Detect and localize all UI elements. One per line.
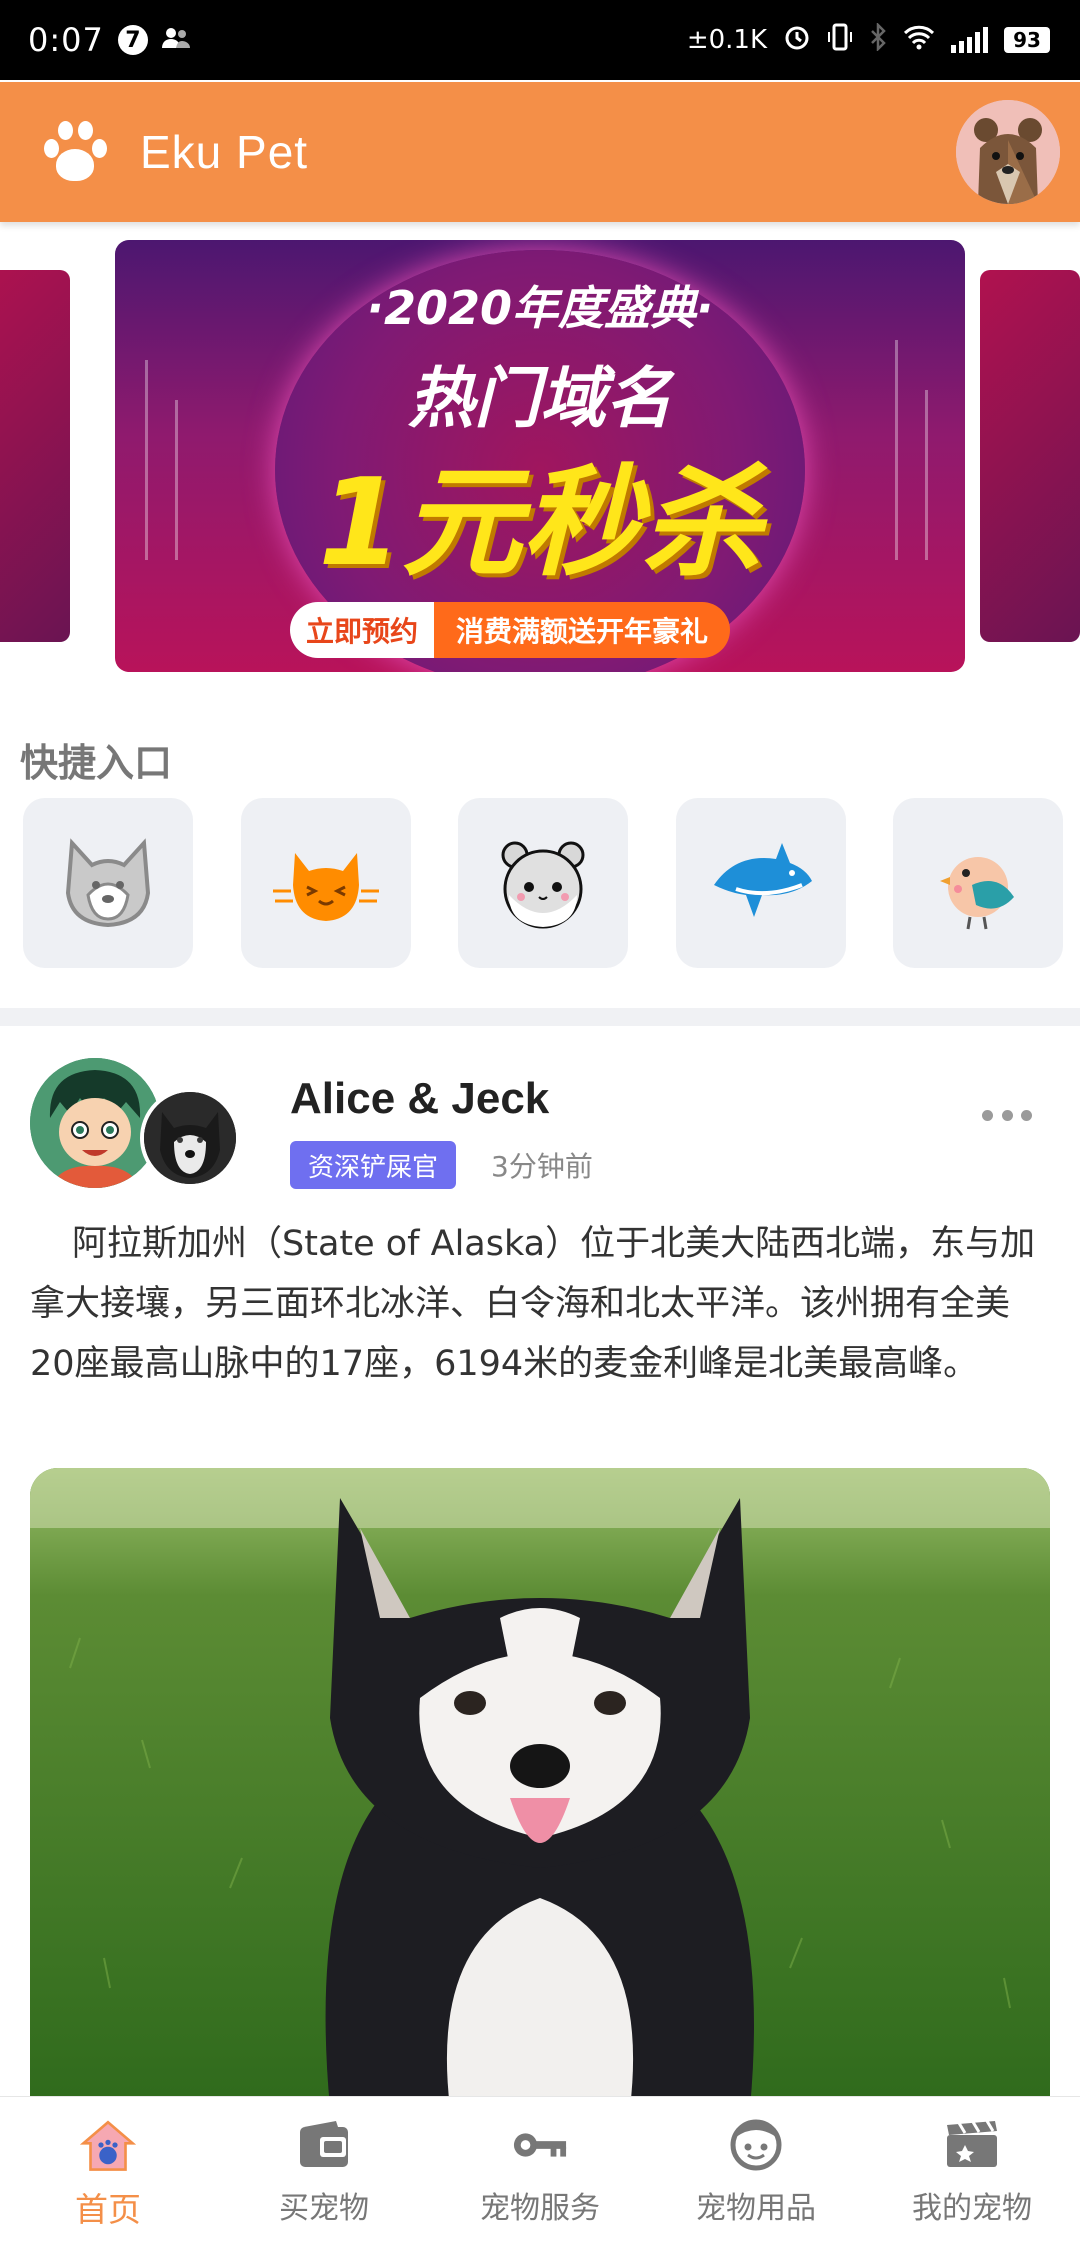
banner-prev-slide[interactable]	[0, 270, 70, 642]
nav-home[interactable]: 首页	[0, 2097, 216, 2242]
clapper-icon	[944, 2117, 1000, 2173]
banner-carousel[interactable]: ·2020年度盛典· 热门域名 1元秒杀 立即预约 消费满额送开年豪礼	[0, 240, 1080, 672]
nav-my-pet-label: 我的宠物	[912, 2191, 1032, 2226]
quick-entry-bird[interactable]	[893, 798, 1063, 968]
status-left: 0:07 7	[28, 21, 190, 59]
banner-line1: ·2020年度盛典·	[366, 281, 714, 335]
bear-avatar-icon	[956, 100, 1060, 204]
people-icon	[161, 23, 190, 58]
banner-cta-right: 消费满额送开年豪礼	[434, 602, 731, 658]
section-divider	[0, 1008, 1080, 1026]
wallet-icon	[296, 2117, 352, 2173]
network-speed: ±0.1K	[686, 25, 767, 55]
nav-buy-pet[interactable]: 买宠物	[216, 2097, 432, 2242]
key-icon	[512, 2117, 568, 2173]
banner-cta-left: 立即预约	[290, 602, 435, 658]
vibrate-icon	[827, 22, 853, 59]
app-bar: Eku Pet	[0, 82, 1080, 222]
nav-pet-supplies-label: 宠物用品	[696, 2191, 816, 2226]
hamster-icon	[501, 841, 585, 929]
banner-next-slide[interactable]	[980, 270, 1080, 642]
dog-avatar-icon	[144, 1092, 236, 1184]
nav-pet-service-label: 宠物服务	[480, 2191, 600, 2226]
banner-line3: 1元秒杀	[318, 454, 762, 593]
quick-entry-husky[interactable]	[23, 798, 193, 968]
user-avatar[interactable]	[956, 100, 1060, 204]
banner-slide[interactable]: ·2020年度盛典· 热门域名 1元秒杀 立即预约 消费满额送开年豪礼	[115, 240, 965, 672]
more-options-icon[interactable]	[982, 1110, 1032, 1121]
bottom-navigation: 首页 买宠物 宠物服务 宠物用品 我的宠物	[0, 2096, 1080, 2242]
bird-icon	[940, 857, 1014, 930]
app-title: Eku Pet	[140, 126, 309, 178]
status-bar: 0:07 7 ±0.1K 93	[0, 0, 1080, 80]
post-body: 阿拉斯加州（State of Alaska）位于北美大陆西北端，东与加拿大接壤，…	[30, 1224, 1036, 1384]
quick-entry-hamster[interactable]	[458, 798, 628, 968]
nav-pet-service[interactable]: 宠物服务	[432, 2097, 648, 2242]
nav-pet-supplies[interactable]: 宠物用品	[648, 2097, 864, 2242]
battery-indicator: 93	[1004, 27, 1050, 53]
notification-badge: 7	[117, 25, 148, 55]
bluetooth-icon	[869, 21, 887, 58]
nav-my-pet[interactable]: 我的宠物	[864, 2097, 1080, 2242]
alaskan-malamute-puppy-image	[30, 1468, 1050, 2108]
cat-icon	[272, 853, 379, 921]
signal-icon	[951, 27, 988, 53]
post-image[interactable]	[30, 1468, 1050, 2108]
status-time: 0:07	[28, 21, 104, 59]
author-avatar-secondary[interactable]	[140, 1088, 240, 1188]
author-level-badge: 资深铲屎官	[290, 1141, 457, 1189]
quick-entry-row	[23, 798, 1063, 968]
banner-cta[interactable]: 立即预约 消费满额送开年豪礼	[290, 602, 731, 658]
quick-entry-shark[interactable]	[675, 798, 846, 968]
quick-entry-title: 快捷入口	[20, 741, 173, 785]
paw-icon	[40, 117, 110, 187]
status-right: ±0.1K 93	[686, 21, 1050, 59]
home-icon	[80, 2117, 136, 2173]
face-icon	[728, 2117, 784, 2173]
post-author[interactable]: Alice & Jeck	[290, 1074, 549, 1124]
husky-icon	[65, 838, 151, 928]
nav-buy-pet-label: 买宠物	[279, 2191, 369, 2226]
wifi-icon	[903, 24, 935, 57]
nav-home-label: 首页	[75, 2190, 141, 2229]
author-avatar-primary[interactable]	[30, 1058, 160, 1188]
post-timestamp: 3分钟前	[491, 1150, 593, 1183]
cartoon-boy-avatar-icon	[30, 1058, 160, 1188]
shark-icon	[713, 843, 812, 917]
quick-entry-cat[interactable]	[240, 798, 411, 968]
alarm-icon	[783, 23, 811, 58]
